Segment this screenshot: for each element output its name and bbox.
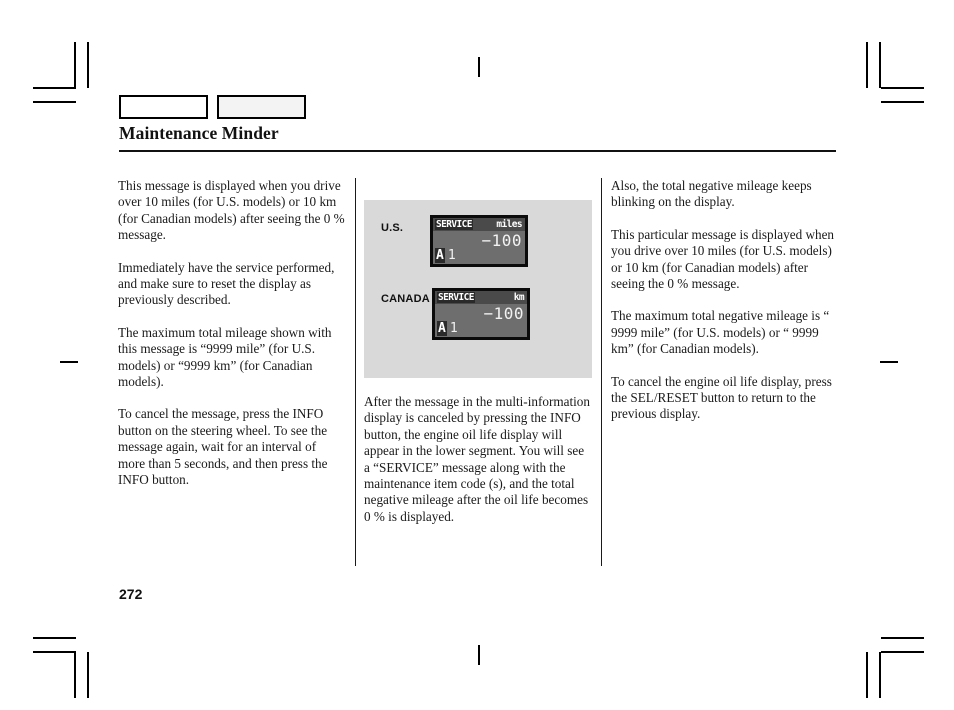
right-paragraph-1: Also, the total negative mileage keeps b… [611,178,812,210]
manual-page: Maintenance Minder This message is displ… [0,0,954,710]
crop-mark-top-left-bleed-horizontal [33,101,76,103]
right-paragraph-2: This particular message is displayed whe… [611,226,835,292]
canada-lcd-screen: SERVICE km −100 A1 [435,291,527,337]
us-lcd-screen: SERVICE miles −100 A1 [433,218,525,264]
edge-tick-right [880,361,898,363]
crop-mark-bottom-left-corner-vertical [74,652,76,698]
display-illustration-figure: U.S. SERVICE miles −100 A1 CANADA SERVIC… [364,200,592,378]
canada-lcd-service-text: SERVICE [437,292,475,303]
left-paragraph-2: Immediately have the service performed, … [118,259,335,308]
page-number: 272 [119,586,143,602]
right-paragraph-3: The maximum total negative mileage is “ … [611,308,830,357]
canada-region-label: CANADA [381,293,430,305]
us-lcd-service-text: SERVICE [435,219,473,230]
header-tab-left[interactable] [119,95,208,119]
canada-lcd-display: SERVICE km −100 A1 [432,288,530,340]
crop-mark-top-right-bleed-vertical [866,42,868,88]
us-lcd-mileage-value: −100 [481,231,522,250]
crop-mark-top-left-bleed-vertical [87,42,89,88]
us-lcd-display: SERVICE miles −100 A1 [430,215,528,267]
middle-paragraph-1: After the message in the multi-informati… [364,394,590,524]
column-divider-left [355,178,356,566]
crop-mark-top-right-corner-horizontal [881,87,924,89]
us-lcd-code-number: 1 [447,248,456,263]
canada-lcd-mileage-value: −100 [483,304,524,323]
left-paragraph-4: To cancel the message, press the INFO bu… [118,406,328,488]
center-mark-top [478,57,480,77]
us-region-label: U.S. [381,222,404,234]
us-lcd-code-letter: A [435,248,445,263]
middle-column: U.S. SERVICE miles −100 A1 CANADA SERVIC… [364,178,592,541]
title-divider-rule [119,150,836,152]
canada-lcd-code-letter: A [437,321,447,336]
right-paragraph-4: To cancel the engine oil life display, p… [611,373,832,422]
crop-mark-bottom-right-corner-horizontal [881,651,924,653]
crop-mark-top-right-bleed-horizontal [881,101,924,103]
page-title: Maintenance Minder [119,123,279,143]
crop-mark-bottom-right-bleed-vertical [866,652,868,698]
crop-mark-bottom-left-bleed-vertical [87,652,89,698]
left-column: This message is displayed when you drive… [118,178,346,505]
crop-mark-bottom-left-bleed-horizontal [33,637,76,639]
crop-mark-bottom-right-corner-vertical [879,652,881,698]
us-lcd-maintenance-code: A1 [435,248,456,263]
left-paragraph-3: The maximum total mileage shown with thi… [118,324,332,390]
column-divider-right [601,178,602,566]
canada-lcd-maintenance-code: A1 [437,321,458,336]
crop-mark-top-left-corner-horizontal [33,87,76,89]
header-tab-right[interactable] [217,95,306,119]
right-column: Also, the total negative mileage keeps b… [611,178,843,439]
crop-mark-top-left-corner-vertical [74,42,76,88]
left-paragraph-1: This message is displayed when you drive… [118,178,345,243]
header-tabs [119,95,306,119]
us-lcd-unit-text: miles [496,219,522,230]
crop-mark-bottom-left-corner-horizontal [33,651,76,653]
canada-lcd-code-number: 1 [449,321,458,336]
edge-tick-left [60,361,78,363]
center-mark-bottom [478,645,480,665]
canada-lcd-unit-text: km [513,292,525,303]
crop-mark-top-right-corner-vertical [879,42,881,88]
crop-mark-bottom-right-bleed-horizontal [881,637,924,639]
